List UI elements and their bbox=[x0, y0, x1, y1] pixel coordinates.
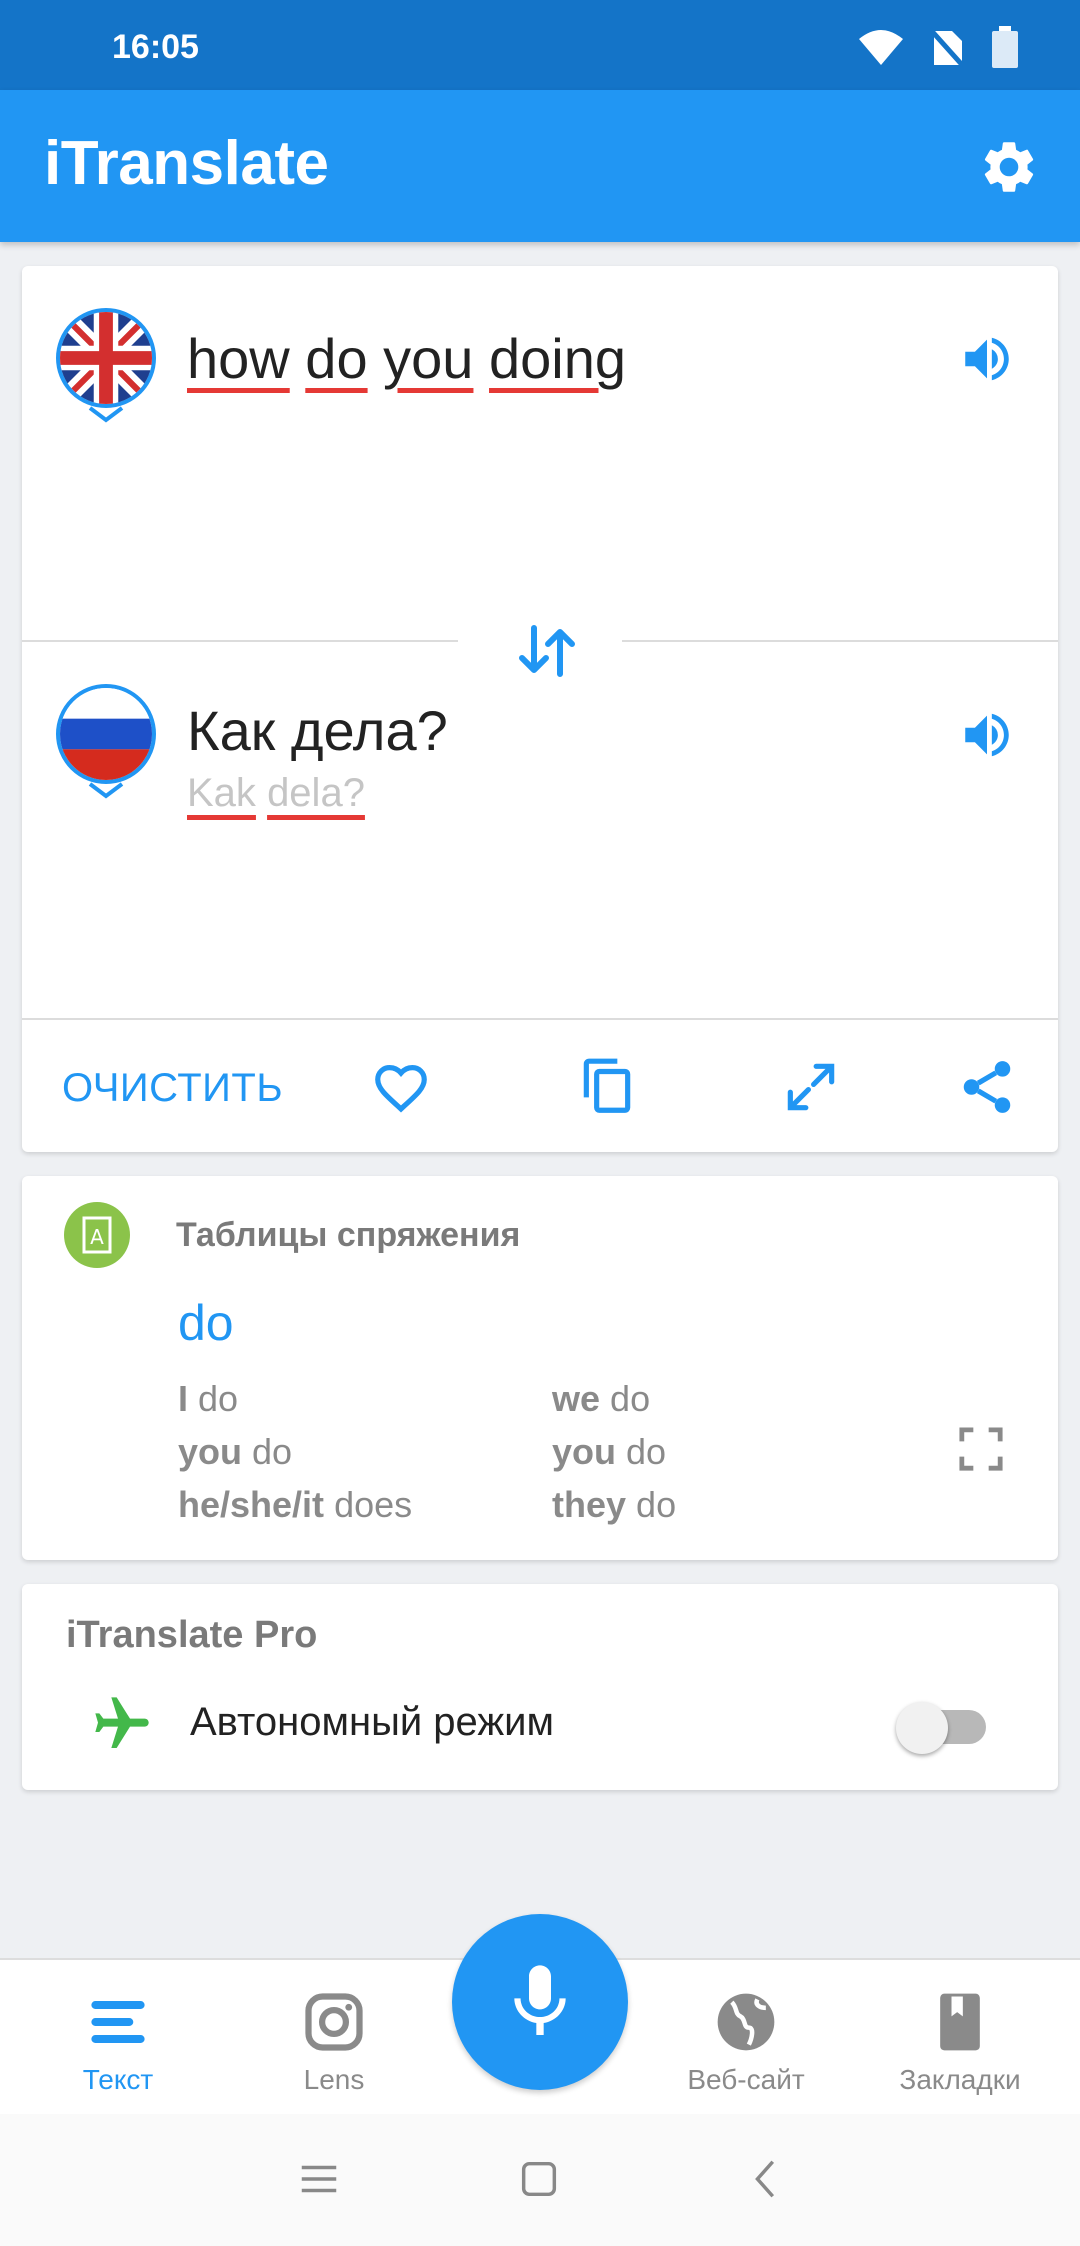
conjugation-row: you do bbox=[552, 1431, 667, 1472]
translation-card: how do you doing Как дела? Kak dela? ОЧИ… bbox=[22, 266, 1058, 1152]
bookmark-icon bbox=[940, 1993, 980, 2051]
back-icon[interactable] bbox=[744, 2156, 790, 2202]
uk-flag-icon[interactable] bbox=[56, 308, 156, 408]
no-sim-icon bbox=[930, 27, 964, 67]
conjugation-card[interactable]: A Таблицы спряжения do I do you do he/sh… bbox=[22, 1176, 1058, 1560]
russia-flag-icon[interactable] bbox=[56, 684, 156, 784]
source-language-chevron-icon[interactable] bbox=[86, 406, 126, 424]
conjugation-row: you do bbox=[178, 1431, 293, 1472]
conjugation-column-left: I do you do he/she/it does bbox=[178, 1372, 412, 1531]
nav-item-lens[interactable]: Lens bbox=[246, 1960, 422, 2116]
heart-icon[interactable] bbox=[370, 1056, 432, 1118]
translit-word: dela? bbox=[267, 771, 365, 815]
nav-label: Текст bbox=[82, 2064, 154, 2095]
pro-card: iTranslate Pro Автономный режим bbox=[22, 1584, 1058, 1790]
status-bar: 16:05 bbox=[0, 0, 1080, 90]
conjugation-verb: do bbox=[178, 1295, 234, 1351]
toggle-knob bbox=[896, 1702, 948, 1754]
expand-corners-icon[interactable] bbox=[958, 1426, 1004, 1472]
target-text[interactable]: Как дела? bbox=[187, 698, 448, 763]
conjugation-row: we do bbox=[552, 1378, 651, 1419]
dictionary-icon: A bbox=[64, 1202, 130, 1268]
source-word: do bbox=[305, 327, 368, 390]
wifi-icon bbox=[859, 30, 903, 65]
conjugation-row: they do bbox=[552, 1484, 677, 1525]
status-time: 16:05 bbox=[112, 28, 199, 66]
app-bar: iTranslate bbox=[0, 90, 1080, 242]
divider bbox=[22, 640, 458, 642]
microphone-icon bbox=[514, 1965, 566, 2035]
system-navigation-bar bbox=[0, 2114, 1080, 2246]
target-language-chevron-icon[interactable] bbox=[86, 782, 126, 800]
nav-item-bookmarks[interactable]: Закладки bbox=[872, 1960, 1048, 2116]
target-transliteration: Kak dela? bbox=[187, 771, 365, 816]
conjugation-column-right: we do you do they do bbox=[552, 1372, 676, 1531]
nav-item-text[interactable]: Текст bbox=[30, 1960, 206, 2116]
translit-word: Kak bbox=[187, 771, 256, 815]
conjugation-row: I do bbox=[178, 1378, 239, 1419]
conjugation-title: Таблицы спряжения bbox=[176, 1216, 521, 1254]
source-word: how bbox=[187, 327, 290, 390]
nav-label: Lens bbox=[303, 2064, 365, 2095]
camera-icon bbox=[305, 1993, 363, 2051]
home-icon[interactable] bbox=[516, 2156, 562, 2202]
copy-icon[interactable] bbox=[576, 1056, 638, 1118]
svg-text:A: A bbox=[90, 1225, 104, 1249]
source-word: you bbox=[383, 327, 474, 390]
source-speaker-icon[interactable] bbox=[958, 330, 1016, 388]
translation-actions: ОЧИСТИТЬ bbox=[22, 1018, 1058, 1148]
nav-label: Веб-сайт bbox=[687, 2064, 805, 2095]
fullscreen-expand-icon[interactable] bbox=[780, 1056, 842, 1118]
conjugation-row: he/she/it does bbox=[178, 1484, 413, 1525]
status-icons bbox=[858, 26, 1020, 68]
text-lines-icon bbox=[91, 2001, 145, 2043]
pro-title: iTranslate Pro bbox=[66, 1614, 318, 1656]
settings-gear-icon[interactable] bbox=[978, 136, 1040, 198]
recent-apps-icon[interactable] bbox=[296, 2156, 342, 2202]
swap-languages-icon[interactable] bbox=[512, 616, 582, 686]
share-icon[interactable] bbox=[956, 1056, 1018, 1118]
offline-mode-toggle[interactable] bbox=[896, 1702, 986, 1754]
app-title: iTranslate bbox=[44, 129, 329, 198]
clear-button[interactable]: ОЧИСТИТЬ bbox=[62, 1066, 283, 1111]
divider bbox=[622, 640, 1058, 642]
airplane-icon bbox=[95, 1697, 149, 1748]
microphone-button[interactable] bbox=[452, 1914, 628, 2090]
battery-icon bbox=[992, 26, 1018, 68]
globe-icon bbox=[717, 1993, 775, 2051]
offline-mode-label: Автономный режим bbox=[190, 1700, 554, 1744]
source-word: doing bbox=[489, 327, 627, 390]
source-text[interactable]: how do you doing bbox=[187, 326, 626, 391]
target-speaker-icon[interactable] bbox=[958, 706, 1016, 764]
nav-label: Закладки bbox=[899, 2064, 1021, 2095]
nav-item-website[interactable]: Веб-сайт bbox=[658, 1960, 834, 2116]
